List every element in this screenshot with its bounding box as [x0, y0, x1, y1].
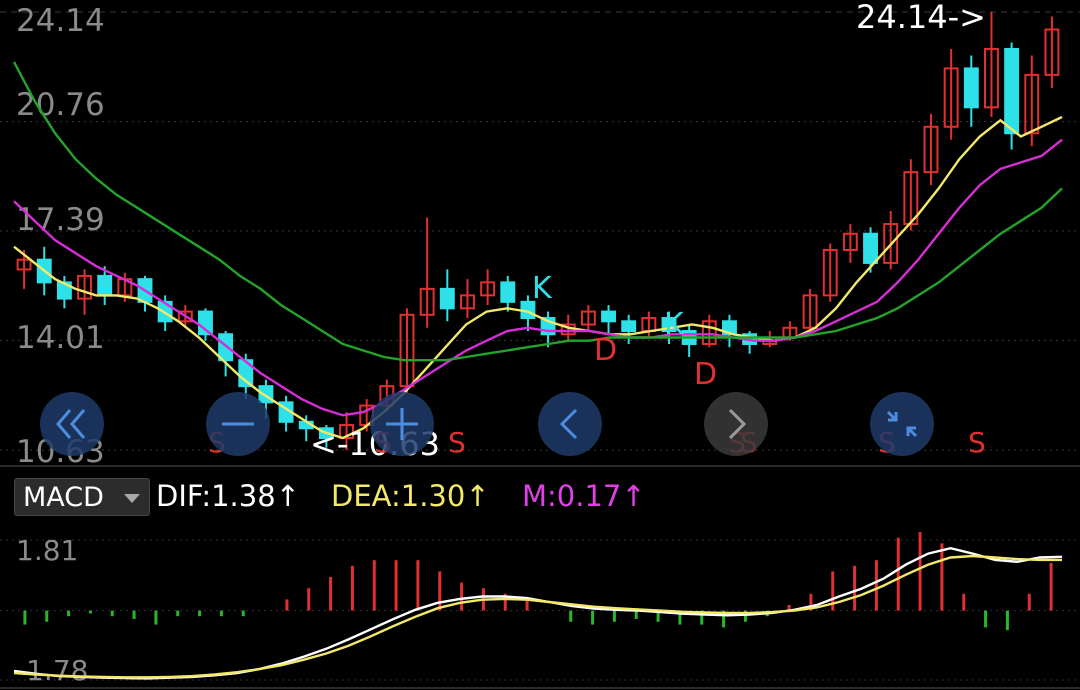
moving-average-lines [12, 61, 1063, 440]
macd-y-tick-label: 1.81 [16, 534, 78, 567]
candle-body [500, 281, 516, 303]
candle-body [863, 232, 878, 264]
candle-body [601, 310, 616, 323]
m-value: M:0.17 [522, 479, 622, 513]
signal-d: D [594, 333, 617, 368]
m-arrow: ↑ [621, 479, 646, 513]
dea-value: DEA:1.30 [331, 479, 466, 513]
candle-body [963, 67, 979, 109]
indicator-select[interactable]: MACD [14, 478, 150, 516]
candle-body [621, 320, 637, 333]
zoom-in-button[interactable] [370, 392, 434, 456]
dea-arrow: ↑ [465, 479, 490, 513]
scroll-left-button[interactable] [538, 392, 602, 456]
dif-readout: DIF:1.38↑ [156, 476, 300, 516]
candle-body [1004, 47, 1020, 135]
m-readout: M:0.17↑ [522, 476, 646, 516]
signal-s: S [968, 426, 986, 459]
signal-k: K [532, 271, 553, 306]
macd-line-dea [13, 554, 1062, 679]
high-price-label: 24.14-> [856, 0, 986, 36]
stock-chart[interactable]: 24.14 20.76 17.39 14.01 10.63 24.14-> <-… [0, 0, 1080, 690]
signal-d: D [694, 357, 717, 392]
candle-body [218, 333, 234, 362]
scroll-right-button[interactable] [704, 392, 768, 456]
signal-s: S [448, 426, 466, 459]
zoom-out-button[interactable] [206, 392, 270, 456]
macd-lines [13, 546, 1063, 680]
fast-back-button[interactable] [40, 392, 104, 456]
indicator-select-value: MACD [23, 482, 104, 513]
signal-k: K [664, 307, 685, 342]
macd-grid [0, 539, 1080, 689]
candle-body [97, 274, 113, 297]
y-tick-label: 17.39 [16, 202, 105, 238]
y-tick-label: 14.01 [16, 320, 105, 356]
dif-value: DIF:1.38 [156, 479, 276, 513]
reset-zoom-button[interactable] [870, 392, 934, 456]
y-tick-label: 24.14 [16, 3, 105, 39]
macd-line-dif [13, 546, 1063, 680]
macd-histogram [23, 532, 1053, 631]
dea-readout: DEA:1.30↑ [331, 476, 490, 516]
macd-y-tick-label: -1.78 [16, 654, 88, 687]
chevron-down-icon [124, 494, 140, 503]
candle-body [439, 287, 455, 310]
dif-arrow: ↑ [275, 479, 300, 513]
